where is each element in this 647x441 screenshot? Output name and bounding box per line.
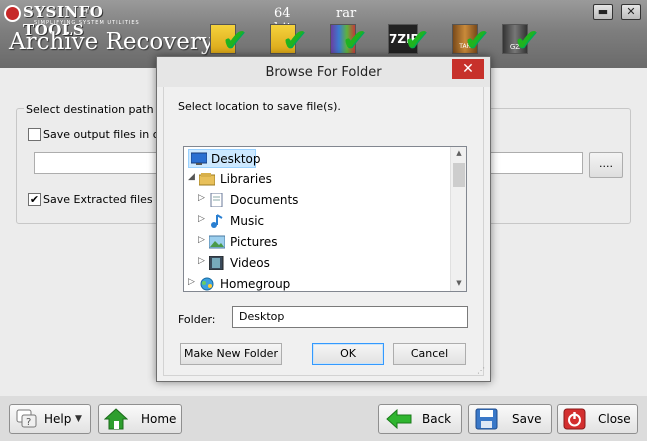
resize-grip-icon[interactable]: ⋰ (477, 366, 487, 376)
tree-item-desktop[interactable]: Desktop (188, 149, 261, 168)
brand-logo: SYSINFO TOOLS SIMPLIFYING SYSTEM UTILITI… (4, 3, 164, 39)
collapsed-arrow-icon[interactable]: ▷ (198, 256, 205, 266)
home-icon (104, 408, 128, 430)
check-icon: ✔ (514, 23, 540, 58)
help-button[interactable]: ? Help ▼ (9, 404, 91, 434)
collapsed-arrow-icon[interactable]: ▷ (198, 214, 205, 224)
svg-text:?: ? (26, 417, 31, 428)
tree-item-music[interactable]: ▷ Music (198, 212, 338, 231)
back-button[interactable]: Back (378, 404, 462, 434)
save-extracted-checkbox[interactable]: ✔ (28, 193, 41, 206)
rar-archive-icon: rar ✔ (328, 6, 368, 58)
save-button[interactable]: Save (468, 404, 552, 434)
tree-item-documents[interactable]: ▷ Documents (198, 191, 338, 210)
tree-item-label: Documents (230, 193, 299, 207)
tree-item-libraries[interactable]: ◢ Libraries (188, 170, 308, 189)
save-original-checkbox[interactable] (28, 128, 41, 141)
scroll-up-icon[interactable]: ▲ (451, 149, 467, 157)
app-title: Archive Recovery (9, 29, 214, 55)
check-icon: ✔ (282, 23, 308, 58)
home-button[interactable]: Home (98, 404, 182, 434)
tree-item-label: Videos (230, 256, 270, 270)
chevron-down-icon: ▼ (75, 414, 82, 424)
minimize-button[interactable]: ▬ (593, 4, 613, 20)
check-icon: ✔ (342, 23, 368, 58)
tree-item-label: Music (230, 214, 265, 228)
tree-item-label: Libraries (220, 172, 272, 186)
folder-label: Folder: (178, 313, 216, 326)
gz-archive-icon: GZ ✔ (500, 18, 540, 58)
scroll-down-icon[interactable]: ▼ (451, 279, 467, 287)
collapsed-arrow-icon[interactable]: ▷ (198, 235, 205, 245)
browse-path-button[interactable]: .... (589, 152, 623, 178)
collapsed-arrow-icon[interactable]: ▷ (188, 277, 195, 287)
help-label: Help (44, 412, 72, 426)
dialog-title: Browse For Folder (265, 65, 382, 80)
desktop-icon (191, 152, 207, 165)
zip-archive-64bit-icon: 64 bit ✔ (268, 6, 308, 58)
tree-item-videos[interactable]: ▷ Videos (198, 254, 338, 273)
make-new-folder-button[interactable]: Make New Folder (180, 343, 282, 365)
save-label: Save (512, 412, 542, 426)
scroll-thumb[interactable] (453, 163, 465, 187)
check-icon: ✔ (404, 23, 430, 58)
check-icon: ✔ (464, 23, 490, 58)
format-label-rar: rar (336, 6, 357, 21)
check-icon: ✔ (222, 23, 248, 58)
dialog-close-button[interactable]: ✕ (452, 59, 484, 79)
videos-icon (209, 256, 224, 270)
ok-button[interactable]: OK (312, 343, 384, 365)
brand-tagline: SIMPLIFYING SYSTEM UTILITIES (34, 20, 140, 26)
back-arrow-icon (386, 409, 412, 429)
collapsed-arrow-icon[interactable]: ▷ (198, 193, 205, 203)
folder-input[interactable]: Desktop (232, 306, 468, 328)
tree-item-label: Pictures (230, 235, 278, 249)
tar-archive-icon: TAR ✔ (450, 18, 490, 58)
brand-logo-icon (4, 5, 21, 22)
pictures-icon (209, 235, 225, 249)
help-icon: ? (16, 409, 37, 428)
documents-icon (210, 193, 223, 207)
tree-item-homegroup[interactable]: ▷ Homegroup (188, 275, 328, 294)
tree-item-label: Desktop (211, 152, 261, 166)
close-button[interactable]: Close (557, 404, 638, 434)
zip-archive-icon: ✔ (208, 18, 248, 58)
tree-scrollbar[interactable]: ▲ ▼ (450, 147, 466, 291)
window-close-button[interactable]: ✕ (621, 4, 641, 20)
back-label: Back (422, 412, 452, 426)
dialog-titlebar[interactable]: Browse For Folder ✕ (157, 57, 490, 87)
folder-tree[interactable]: Desktop ◢ Libraries ▷ Documents ▷ Music … (183, 146, 467, 292)
7zip-archive-icon: 7ZIP ✔ (386, 18, 429, 58)
cancel-button[interactable]: Cancel (393, 343, 466, 365)
power-icon (563, 408, 586, 430)
tree-item-pictures[interactable]: ▷ Pictures (198, 233, 338, 252)
dialog-instruction: Select location to save file(s). (178, 100, 341, 113)
libraries-icon (199, 173, 215, 186)
tree-item-label: Homegroup (220, 277, 291, 291)
music-icon (211, 214, 223, 228)
save-disk-icon (475, 408, 498, 430)
close-label: Close (598, 412, 631, 426)
expanded-arrow-icon[interactable]: ◢ (188, 172, 195, 182)
home-label: Home (141, 412, 177, 426)
homegroup-icon (200, 277, 214, 291)
